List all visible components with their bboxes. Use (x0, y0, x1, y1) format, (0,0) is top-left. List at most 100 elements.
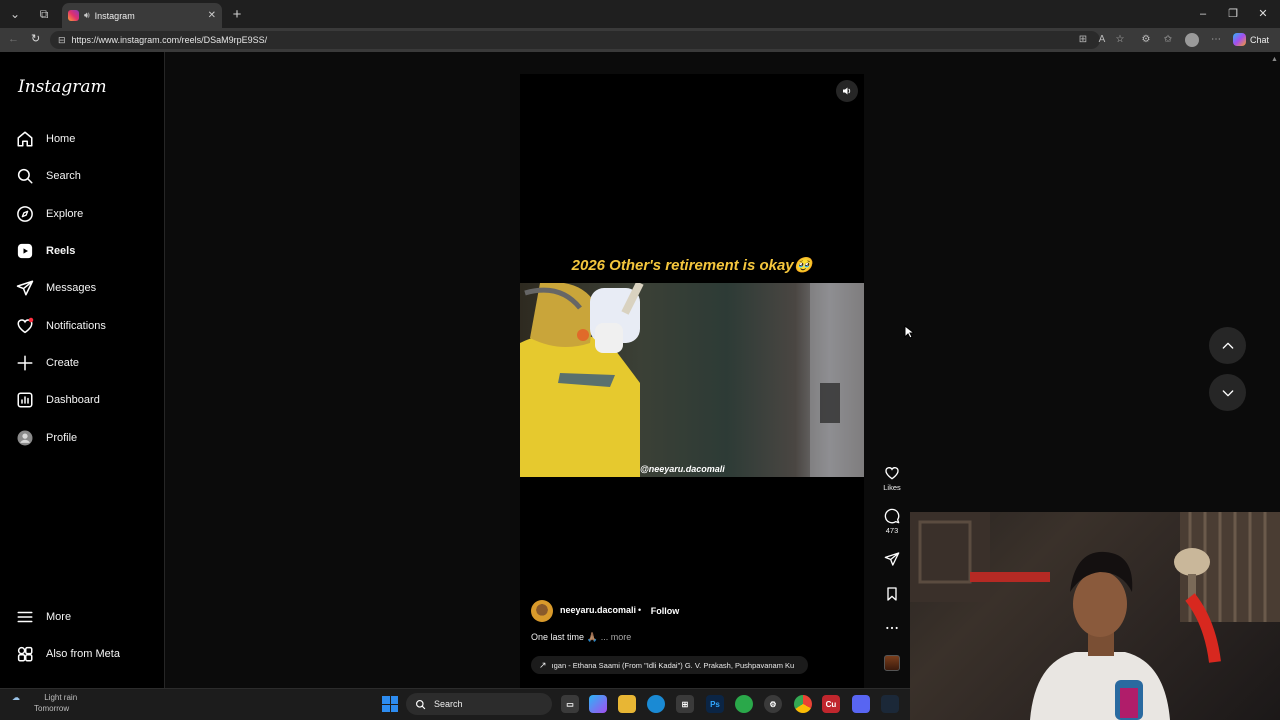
bookmark-icon (887, 587, 897, 601)
sidebar-item-reels[interactable]: Reels (16, 237, 156, 265)
restore-icon[interactable]: ❐ (1226, 7, 1240, 21)
sidebar-item-more[interactable]: More (16, 603, 156, 631)
sidebar-item-label: Explore (46, 208, 84, 220)
more-options-icon[interactable]: ⋯ (1209, 33, 1223, 47)
dashboard-icon (17, 392, 33, 408)
url-bar[interactable]: ⊟ https://www.instagram.com/reels/DSaM9r… (50, 31, 1100, 49)
hamburger-menu-icon (17, 611, 33, 623)
sidebar-item-label: Reels (46, 245, 76, 257)
taskbar-search-label: Search (434, 699, 463, 709)
separator-dot: • (638, 605, 642, 615)
weather-sub: Tomorrow (34, 704, 70, 713)
speaker-icon (843, 87, 851, 95)
reel-description: One last time 🙏🏽 ... more (531, 632, 631, 643)
file-explorer-icon[interactable] (618, 695, 636, 713)
sidebar-item-messages[interactable]: Messages (16, 274, 156, 302)
messages-icon (16, 280, 34, 296)
new-tab-icon[interactable]: + (228, 5, 246, 23)
sidebar-item-dashboard[interactable]: Dashboard (16, 386, 156, 414)
browser-tab-instagram[interactable]: 🔊︎ Instagram ✕ (62, 3, 222, 28)
copilot-app-icon[interactable] (589, 695, 607, 713)
plus-icon (17, 355, 33, 371)
sidebar-item-label: Search (46, 170, 81, 182)
previous-reel-button[interactable] (1209, 327, 1246, 364)
more-dots-icon (886, 626, 898, 630)
steam-icon[interactable] (881, 695, 899, 713)
taskbar-search-box[interactable]: Search (406, 693, 552, 715)
workspaces-icon[interactable]: ⧉ (35, 5, 53, 23)
browser-tab-strip: ⌄ ⧉ 🔊︎ Instagram ✕ + – ❐ ✕ (0, 0, 1280, 28)
sidebar-item-profile[interactable]: Profile (16, 424, 156, 452)
notification-dot (28, 317, 34, 323)
sidebar-item-label: Dashboard (46, 394, 100, 406)
mute-toggle-button[interactable] (836, 80, 858, 102)
photoshop-icon[interactable]: Ps (706, 695, 724, 713)
favorites-icon[interactable]: ✩ (1161, 33, 1175, 47)
audio-track-title: ıgan - Ethana Saami (From "Idli Kadai") … (551, 660, 795, 670)
whatsapp-icon[interactable] (735, 695, 753, 713)
sidebar-item-also-from-meta[interactable]: Also from Meta (16, 640, 156, 668)
close-tab-icon[interactable]: ✕ (208, 10, 216, 21)
share-action[interactable] (878, 551, 906, 567)
follow-button[interactable]: Follow (645, 602, 685, 619)
like-action[interactable]: Likes (878, 465, 906, 492)
close-window-icon[interactable]: ✕ (1256, 7, 1270, 21)
back-icon[interactable]: ← (8, 33, 19, 45)
sidebar-item-search[interactable]: Search (16, 162, 156, 190)
refresh-icon[interactable]: ↻ (31, 32, 40, 45)
copilot-chat-button[interactable]: Chat (1233, 33, 1269, 46)
save-action[interactable] (878, 586, 906, 602)
scroll-up-icon[interactable]: ▲ (1271, 56, 1278, 63)
weather-condition: ☁︎ Light rain (12, 692, 77, 703)
sidebar-item-label: Home (46, 133, 76, 145)
description-text: One last time 🙏🏽 (531, 632, 598, 642)
creator-username[interactable]: neeyaru.dacomali (560, 605, 636, 615)
app-available-icon[interactable]: ⊞ (1076, 33, 1090, 47)
minimize-icon[interactable]: – (1196, 7, 1210, 21)
comment-icon (884, 508, 900, 524)
weather-widget[interactable]: ☁︎ Light rain Tomorrow (12, 692, 77, 714)
sidebar-item-label: Notifications (46, 320, 106, 332)
reels-icon (17, 243, 33, 259)
audio-thumbnail[interactable] (884, 655, 900, 671)
speaker-icon[interactable]: 🔊︎ (84, 10, 90, 21)
extensions-icon[interactable]: ⚙ (1139, 33, 1153, 47)
instagram-favicon-icon (68, 10, 79, 21)
edge-browser-icon[interactable] (647, 695, 665, 713)
chrome-icon[interactable] (794, 695, 812, 713)
task-view-icon[interactable]: ▭ (561, 695, 579, 713)
video-frame-image (520, 283, 864, 477)
comment-action[interactable]: 473 (878, 508, 906, 535)
capcut-icon[interactable]: Cu (822, 695, 840, 713)
settings-app-icon[interactable]: ⚙ (764, 695, 782, 713)
streamer-webcam-illustration (910, 512, 1280, 720)
discord-icon[interactable] (852, 695, 870, 713)
sidebar-item-label: Profile (46, 432, 78, 444)
sidebar-item-create[interactable]: Create (16, 349, 156, 377)
store-icon[interactable]: ⊞ (676, 695, 694, 713)
favorite-star-icon[interactable]: ☆ (1113, 33, 1127, 47)
read-aloud-icon[interactable]: A (1095, 33, 1109, 47)
sidebar-item-label: Create (46, 357, 80, 369)
audio-track-link[interactable]: ↗ ıgan - Ethana Saami (From "Idli Kadai"… (531, 656, 808, 674)
sidebar-item-label: More (46, 611, 72, 623)
url-text: https://www.instagram.com/reels/DSaM9rpE… (71, 35, 268, 45)
tab-list-icon[interactable]: ⌄ (6, 5, 24, 23)
weather-icon: ☁︎ (12, 693, 20, 702)
copilot-icon (1233, 33, 1246, 46)
sidebar-item-explore[interactable]: Explore (16, 200, 156, 228)
avatar-icon (17, 430, 33, 446)
profile-avatar-icon[interactable] (1185, 33, 1199, 47)
more-link[interactable]: ... more (601, 632, 632, 643)
arrow-up-right-icon: ↗ (539, 659, 547, 670)
sidebar-item-home[interactable]: Home (16, 125, 156, 153)
windows-start-icon[interactable] (382, 696, 398, 712)
next-reel-button[interactable] (1209, 374, 1246, 411)
more-actions[interactable] (878, 620, 906, 636)
instagram-logo[interactable]: Instagram (18, 77, 107, 97)
sidebar-item-notifications[interactable]: Notifications (16, 312, 156, 340)
weather-text: ☁︎ Light rain Tomorrow (12, 692, 77, 714)
likes-label: Likes (883, 483, 901, 492)
creator-avatar[interactable] (531, 600, 553, 622)
site-info-icon[interactable]: ⊟ (58, 35, 66, 46)
